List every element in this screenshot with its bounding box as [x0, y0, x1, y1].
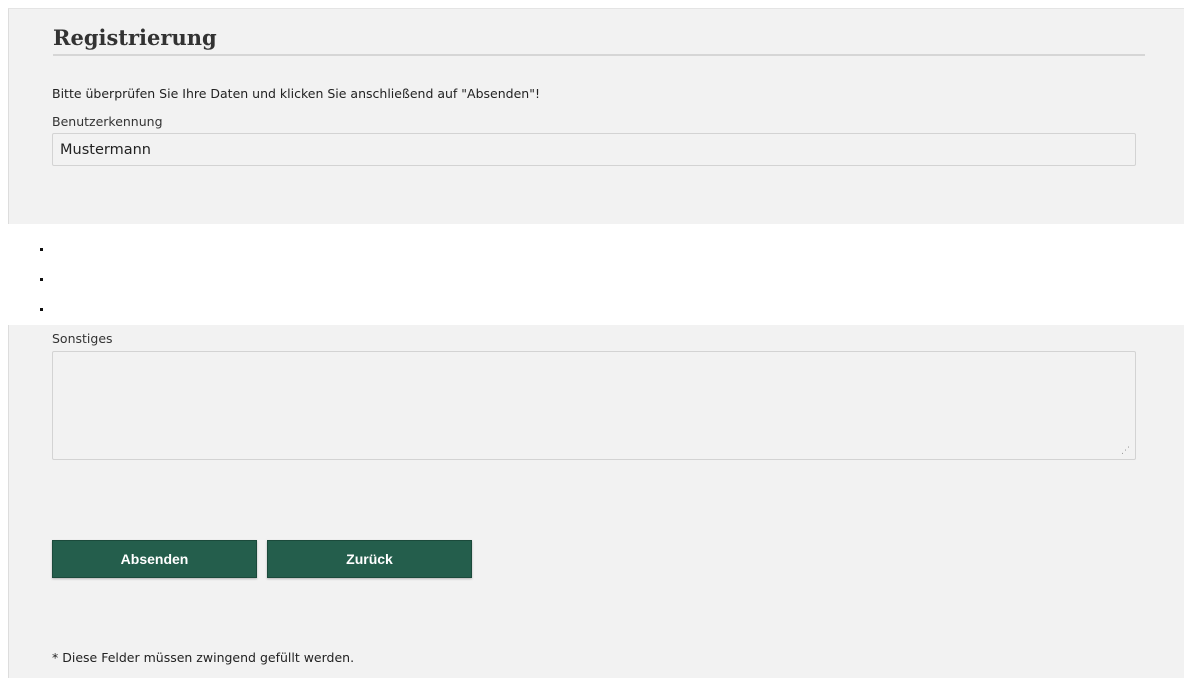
misc-textarea[interactable] — [52, 351, 1136, 460]
placeholder-dot — [40, 248, 43, 251]
placeholder-dot — [40, 278, 43, 281]
back-button[interactable]: Zurück — [267, 540, 472, 578]
username-label: Benutzerkennung — [52, 114, 163, 129]
registration-panel-bottom: Sonstiges ⋰ Absenden Zurück * Diese Feld… — [8, 325, 1184, 678]
resize-grip-icon[interactable]: ⋰ — [1121, 446, 1131, 456]
submit-button[interactable]: Absenden — [52, 540, 257, 578]
required-fields-note: * Diese Felder müssen zwingend gefüllt w… — [52, 650, 355, 665]
registration-panel-top: Registrierung Bitte überprüfen Sie Ihre … — [8, 8, 1184, 224]
username-input[interactable] — [52, 133, 1136, 166]
intro-text: Bitte überprüfen Sie Ihre Daten und klic… — [52, 86, 540, 101]
placeholder-dot — [40, 308, 43, 311]
page-title: Registrierung — [53, 26, 1145, 56]
misc-label: Sonstiges — [52, 331, 113, 346]
